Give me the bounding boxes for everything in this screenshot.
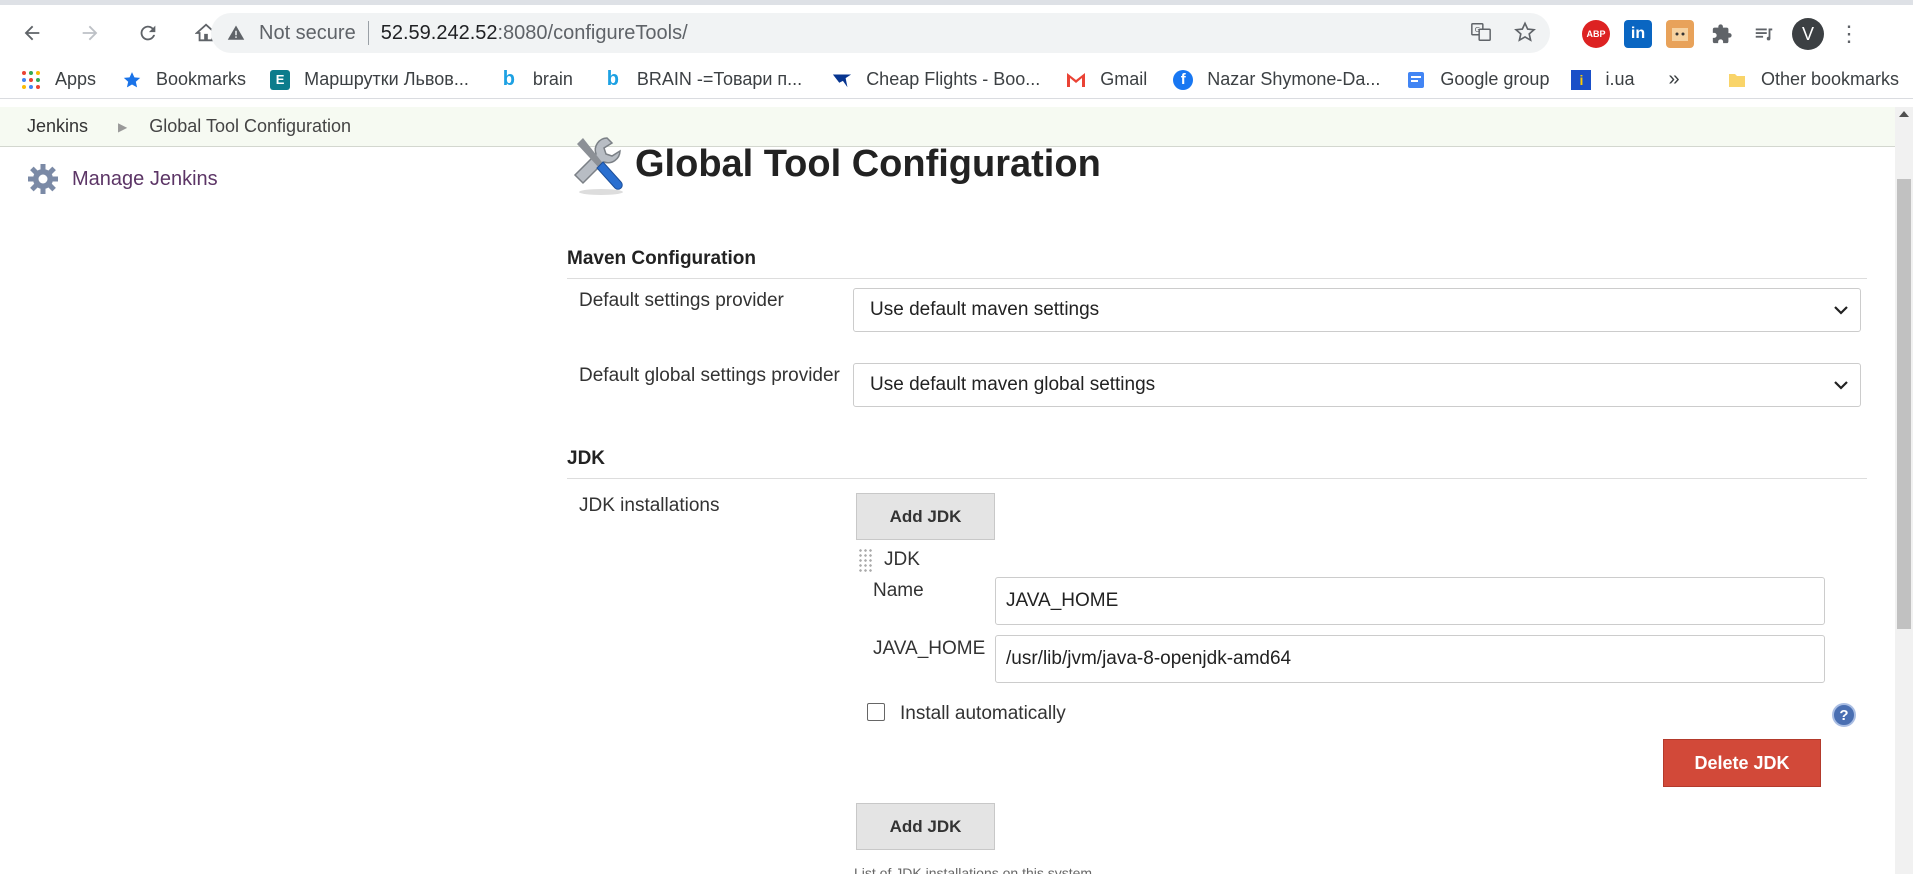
reload-icon[interactable] bbox=[128, 13, 168, 53]
e-icon: E bbox=[270, 69, 291, 90]
translate-icon[interactable]: G bbox=[1470, 21, 1492, 48]
chevron-down-icon bbox=[1834, 381, 1848, 390]
install-automatically-checkbox[interactable] bbox=[867, 703, 885, 721]
default-settings-select[interactable]: Use default maven settings bbox=[853, 288, 1861, 332]
puzzle-icon[interactable] bbox=[1708, 20, 1736, 48]
omnibox-divider bbox=[367, 21, 369, 45]
bookmark-label: Bookmarks bbox=[156, 69, 247, 89]
bookmark-google-group[interactable]: Google group bbox=[1406, 69, 1549, 90]
maven-section-header: Maven Configuration bbox=[567, 248, 1867, 279]
folder-icon bbox=[1727, 70, 1747, 90]
tools-icon bbox=[573, 137, 623, 195]
bookmark-label: i.ua bbox=[1605, 69, 1635, 89]
extensions-bar: ABP in V ⋮ bbox=[1582, 18, 1860, 50]
bookmark-brain[interactable]: b brain bbox=[499, 68, 573, 90]
bookmark-gmail[interactable]: Gmail bbox=[1066, 69, 1147, 90]
page-title-row: Global Tool Configuration bbox=[567, 132, 1101, 196]
global-settings-value: Use default maven global settings bbox=[870, 374, 1156, 395]
default-settings-label: Default settings provider bbox=[579, 290, 784, 311]
linkedin-icon[interactable]: in bbox=[1624, 20, 1652, 48]
bookmark-cheap-flights[interactable]: Cheap Flights - Boo... bbox=[832, 69, 1040, 90]
bookmark-marshrutky[interactable]: E Маршрутки Львов... bbox=[270, 69, 469, 90]
facebook-icon: f bbox=[1173, 69, 1194, 90]
url-host: 52.59.242.52 bbox=[380, 21, 498, 44]
java-home-label: JAVA_HOME bbox=[873, 638, 986, 659]
bookmark-brain-goods[interactable]: b BRAIN -=Товари п... bbox=[603, 68, 803, 90]
not-secure-label[interactable]: Not secure bbox=[259, 22, 356, 45]
other-bookmarks[interactable]: Other bookmarks bbox=[1727, 69, 1899, 90]
bookmark-label: Apps bbox=[55, 69, 97, 89]
forward-icon[interactable] bbox=[70, 13, 110, 53]
breadcrumb-chevron-icon[interactable]: ▶ bbox=[118, 120, 127, 134]
jdk-installations-hint: List of JDK installations on this system bbox=[854, 865, 1093, 874]
bookmark-bookmarks[interactable]: Bookmarks bbox=[122, 69, 246, 90]
global-settings-select[interactable]: Use default maven global settings bbox=[853, 363, 1861, 407]
bookmark-label: Маршрутки Львов... bbox=[304, 69, 469, 89]
ryanair-icon bbox=[832, 70, 852, 90]
scroll-up-arrow-icon[interactable] bbox=[1899, 111, 1909, 117]
bookmark-label: brain bbox=[532, 69, 573, 89]
svg-text:G: G bbox=[1475, 25, 1481, 34]
manage-jenkins-label: Manage Jenkins bbox=[72, 167, 218, 190]
b-icon: b bbox=[502, 68, 515, 90]
java-home-input[interactable]: /usr/lib/jvm/java-8-openjdk-amd64 bbox=[995, 635, 1825, 683]
help-icon[interactable]: ? bbox=[1832, 703, 1856, 727]
iua-icon: i bbox=[1571, 69, 1592, 90]
bookmark-label: Google group bbox=[1440, 69, 1550, 89]
url-path: :8080/configureTools/ bbox=[497, 21, 688, 44]
gear-icon bbox=[28, 164, 58, 194]
menu-kebab-icon[interactable]: ⋮ bbox=[1838, 21, 1860, 47]
profile-avatar[interactable]: V bbox=[1792, 18, 1824, 50]
apps-grid-icon bbox=[21, 70, 41, 90]
jdk-installations-label: JDK installations bbox=[579, 495, 720, 516]
chevron-down-icon bbox=[1834, 306, 1848, 315]
jdk-entry-title: JDK bbox=[884, 549, 920, 570]
b-icon: b bbox=[606, 68, 619, 90]
global-settings-label: Default global settings provider bbox=[579, 365, 840, 386]
add-jdk-button[interactable]: Add JDK bbox=[856, 493, 995, 540]
jdk-name-label: Name bbox=[873, 580, 924, 601]
browser-toolbar: Not secure 52.59.242.52:8080/configureTo… bbox=[0, 5, 1913, 61]
group-icon bbox=[1406, 70, 1426, 90]
delete-jdk-button[interactable]: Delete JDK bbox=[1663, 739, 1821, 787]
other-bookmarks-label: Other bookmarks bbox=[1761, 69, 1900, 89]
playlist-icon[interactable] bbox=[1750, 20, 1778, 48]
gmail-icon bbox=[1066, 70, 1087, 90]
jdk-name-input[interactable]: JAVA_HOME bbox=[995, 577, 1825, 625]
bookmarks-overflow-chevron[interactable]: » bbox=[1669, 68, 1680, 91]
bookmark-label: Cheap Flights - Boo... bbox=[866, 69, 1041, 89]
bookmark-iua[interactable]: i i.ua bbox=[1571, 69, 1635, 90]
bookmark-star-icon[interactable] bbox=[1514, 21, 1536, 48]
breadcrumb-global-tool-config[interactable]: Global Tool Configuration bbox=[149, 116, 351, 137]
bookmarks-bar: Apps Bookmarks E Маршрутки Львов... b br… bbox=[0, 61, 1913, 99]
warning-icon[interactable] bbox=[227, 24, 245, 42]
omnibox-actions: G bbox=[1470, 21, 1536, 48]
bookmark-label: Gmail bbox=[1100, 69, 1148, 89]
side-panel-manage-jenkins[interactable]: Manage Jenkins bbox=[26, 162, 218, 196]
abp-icon[interactable]: ABP bbox=[1582, 20, 1610, 48]
url-text[interactable]: 52.59.242.52:8080/configureTools/ bbox=[381, 22, 688, 45]
jdk-section-header: JDK bbox=[567, 448, 1867, 479]
jdk-entry-header: JDK bbox=[858, 548, 920, 572]
default-settings-value: Use default maven settings bbox=[870, 299, 1100, 320]
scroll-thumb[interactable] bbox=[1897, 179, 1911, 629]
star-icon bbox=[122, 70, 142, 90]
bookmark-apps[interactable]: Apps bbox=[21, 69, 96, 90]
address-bar[interactable]: Not secure 52.59.242.52:8080/configureTo… bbox=[211, 13, 1550, 53]
bookmark-label: Nazar Shymone-Da... bbox=[1207, 69, 1381, 89]
install-automatically-label[interactable]: Install automatically bbox=[900, 703, 1066, 725]
back-icon[interactable] bbox=[12, 13, 52, 53]
drag-handle-icon[interactable] bbox=[858, 548, 874, 572]
page-scrollbar[interactable] bbox=[1895, 107, 1913, 874]
bookmark-facebook[interactable]: f Nazar Shymone-Da... bbox=[1173, 69, 1380, 90]
breadcrumb-jenkins[interactable]: Jenkins bbox=[27, 116, 88, 137]
bookmark-label: BRAIN -=Товари п... bbox=[636, 69, 803, 89]
page-title: Global Tool Configuration bbox=[635, 142, 1101, 185]
add-jdk-button-bottom[interactable]: Add JDK bbox=[856, 803, 995, 850]
face-icon[interactable] bbox=[1666, 20, 1694, 48]
